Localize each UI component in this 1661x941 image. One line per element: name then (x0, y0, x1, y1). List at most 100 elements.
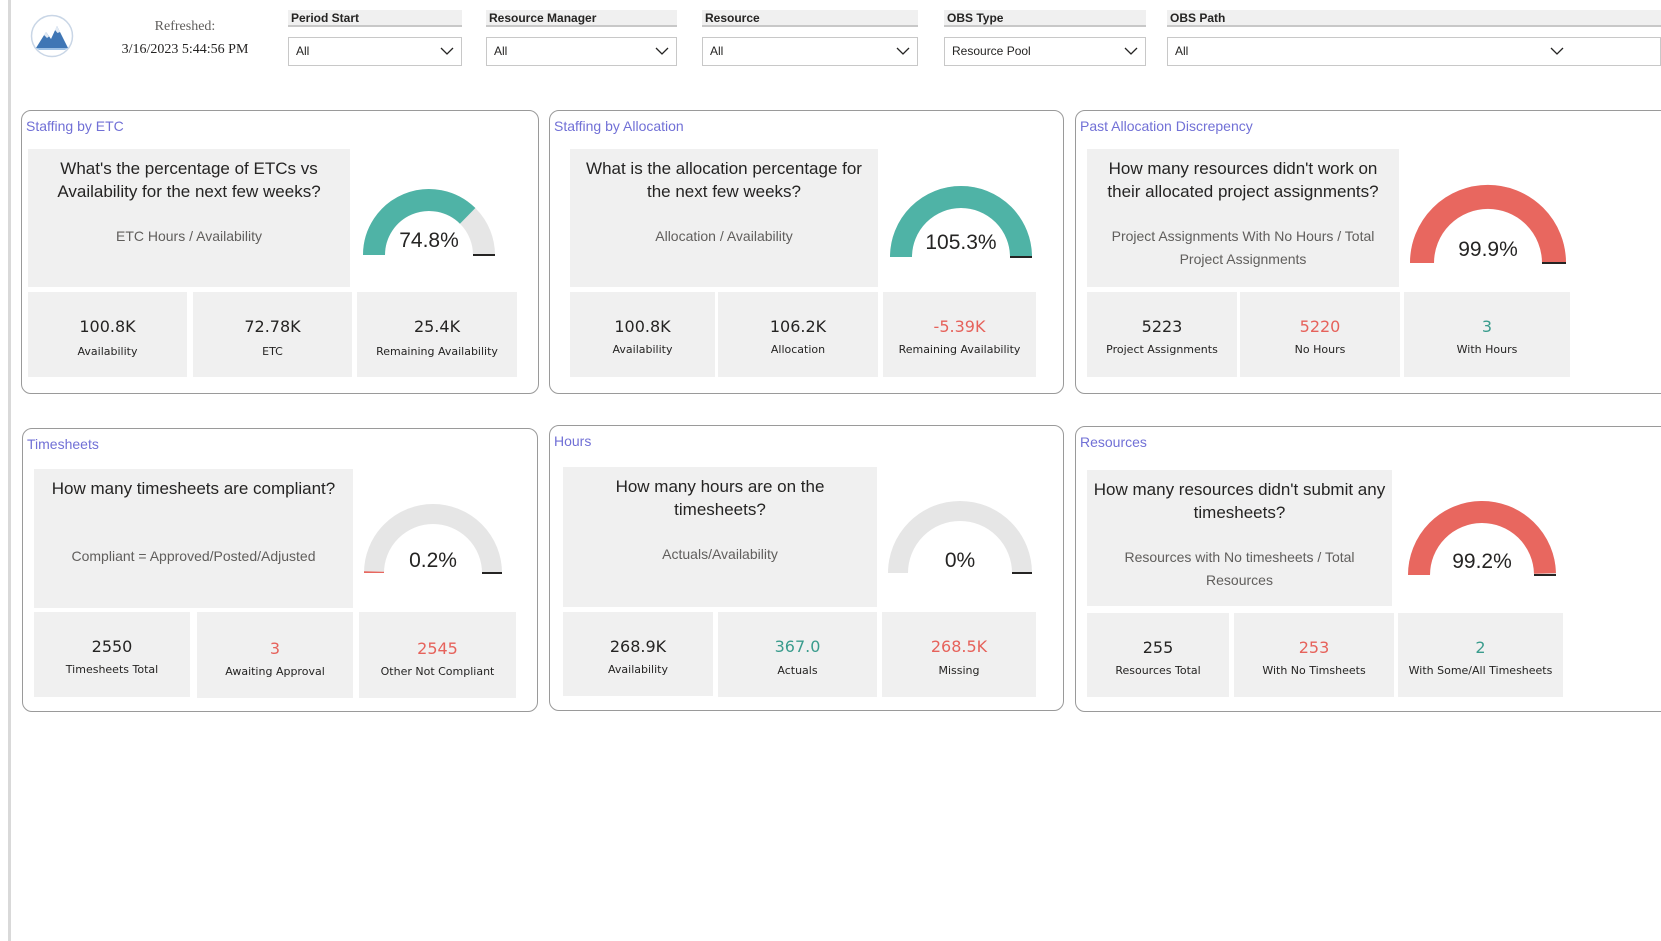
filter-title: Resource (702, 10, 918, 27)
kpi-availability: 100.8K Availability (570, 292, 715, 377)
left-divider (8, 0, 11, 941)
kpi-resources-total: 255 Resources Total (1087, 613, 1229, 697)
formula-text: Allocation / Availability (655, 228, 793, 244)
kpi-label: Timesheets Total (65, 663, 159, 676)
kpi-label: Remaining Availability (898, 343, 1021, 356)
question-box: How many hours are on the timesheets? Ac… (563, 467, 877, 607)
kpi-label: Project Assignments (1106, 343, 1218, 356)
kpi-no-hours: 5220 No Hours (1240, 292, 1400, 377)
card-resources: Resources How many resources didn't subm… (1075, 426, 1661, 712)
chevron-down-icon (1550, 47, 1564, 55)
kpi-availability: 268.9K Availability (563, 612, 713, 696)
formula-text: ETC Hours / Availability (115, 228, 262, 244)
card-title: Staffing by Allocation (554, 118, 684, 134)
period-start-dropdown[interactable]: All (288, 37, 462, 66)
kpi-timesheets-total: 2550 Timesheets Total (34, 612, 190, 697)
kpi-remaining-availability: 25.4K Remaining Availability (357, 292, 517, 377)
chevron-down-icon (440, 47, 454, 55)
obs-path-dropdown[interactable]: All (1167, 37, 1661, 66)
card-past-allocation-discrepency: Past Allocation Discrepency How many res… (1075, 110, 1661, 394)
kpi-label: Actuals (777, 664, 818, 677)
kpi-value: 5223 (1141, 317, 1183, 336)
kpi-availability: 100.8K Availability (28, 292, 187, 377)
question-text: How many resources didn't work on their … (1107, 159, 1379, 201)
refreshed-timestamp: 3/16/2023 5:44:56 PM (121, 42, 249, 57)
question-box: What's the percentage of ETCs vs Availab… (28, 149, 350, 287)
kpi-label: Allocation (770, 343, 826, 356)
kpi-label: Availability (608, 663, 668, 676)
kpi-value: 268.5K (930, 637, 988, 656)
kpi-missing: 268.5K Missing (882, 612, 1036, 697)
resource-dropdown[interactable]: All (702, 37, 918, 66)
kpi-value: 255 (1142, 638, 1174, 657)
question-box: How many timesheets are compliant? Compl… (34, 469, 353, 608)
kpi-label: Availability (77, 345, 138, 358)
refreshed-label: Refreshed: (154, 19, 216, 34)
kpi-value: 367.0 (774, 637, 821, 656)
filter-title: Resource Manager (486, 10, 677, 27)
kpi-etc: 72.78K ETC (193, 292, 352, 377)
kpi-label: Remaining Availability (376, 345, 498, 358)
gauge-value: 105.3% (925, 231, 997, 254)
question-text: How many resources didn't submit any tim… (1093, 480, 1386, 522)
kpi-value: 25.4K (413, 317, 461, 336)
kpi-value: 268.9K (609, 637, 667, 656)
resource-manager-dropdown[interactable]: All (486, 37, 677, 66)
kpi-label: With No Timsheets (1262, 664, 1366, 677)
kpi-label: ETC (262, 345, 283, 358)
filter-resource-manager: Resource Manager All (486, 10, 677, 66)
dropdown-value: All (1175, 44, 1189, 58)
card-staffing-by-allocation: Staffing by Allocation What is the alloc… (549, 110, 1064, 394)
gauge-value: 99.2% (1452, 550, 1512, 573)
dropdown-value: All (296, 44, 310, 58)
gauge-value: 74.8% (399, 229, 459, 252)
question-box: How many resources didn't submit any tim… (1087, 470, 1392, 606)
filter-obs-type: OBS Type Resource Pool (944, 10, 1146, 66)
card-title: Resources (1080, 434, 1147, 450)
filter-resource: Resource All (702, 10, 918, 66)
gauge-chart (1408, 501, 1556, 576)
question-text: How many timesheets are compliant? (51, 479, 336, 498)
kpi-label: Missing (938, 664, 980, 677)
kpi-value: 2545 (417, 639, 458, 658)
kpi-project-assignments: 5223 Project Assignments (1087, 292, 1237, 377)
dropdown-value: All (710, 44, 724, 58)
filter-title: OBS Type (944, 10, 1146, 27)
kpi-value: 100.8K (614, 317, 671, 336)
dropdown-value: Resource Pool (952, 44, 1031, 58)
kpi-label: Awaiting Approval (225, 665, 325, 678)
kpi-value: 100.8K (79, 317, 136, 336)
kpi-value: 5220 (1299, 317, 1341, 336)
card-title: Timesheets (27, 436, 99, 452)
question-text: How many hours are on the timesheets? (615, 477, 825, 519)
kpi-label: No Hours (1294, 343, 1346, 356)
card-title: Hours (554, 433, 592, 449)
question-box: How many resources didn't work on their … (1087, 149, 1399, 287)
kpi-label: With Some/All Timesheets (1408, 664, 1553, 677)
formula-text: Actuals/Availability (662, 546, 778, 562)
kpi-with-no-timesheets: 253 With No Timsheets (1234, 613, 1394, 697)
filter-title: OBS Path (1167, 10, 1661, 27)
gauge-chart (1409, 184, 1566, 264)
mountain-logo-icon (30, 14, 74, 58)
kpi-value: 72.78K (244, 317, 301, 336)
obs-type-dropdown[interactable]: Resource Pool (944, 37, 1146, 66)
gauge-value: 99.9% (1458, 238, 1518, 261)
filter-title: Period Start (288, 10, 462, 27)
chevron-down-icon (655, 47, 669, 55)
card-staffing-by-etc: Staffing by ETC What's the percentage of… (21, 110, 539, 394)
kpi-value: 106.2K (769, 317, 827, 336)
kpi-value: 2550 (91, 637, 133, 656)
formula-text: Project Assignments With No Hours / Tota… (1111, 228, 1375, 267)
gauge-value: 0.2% (409, 549, 457, 572)
kpi-label: Resources Total (1115, 664, 1201, 677)
kpi-awaiting-approval: 3 Awaiting Approval (197, 612, 353, 698)
kpi-value: 253 (1298, 638, 1330, 657)
kpi-value: 2 (1475, 638, 1486, 657)
kpi-label: Other Not Compliant (380, 665, 495, 678)
kpi-remaining-availability: -5.39K Remaining Availability (883, 292, 1036, 377)
formula-text: Compliant = Approved/Posted/Adjusted (71, 548, 316, 564)
kpi-allocation: 106.2K Allocation (718, 292, 878, 377)
kpi-with-some-all-timesheets: 2 With Some/All Timesheets (1398, 613, 1563, 697)
filter-period-start: Period Start All (288, 10, 462, 66)
